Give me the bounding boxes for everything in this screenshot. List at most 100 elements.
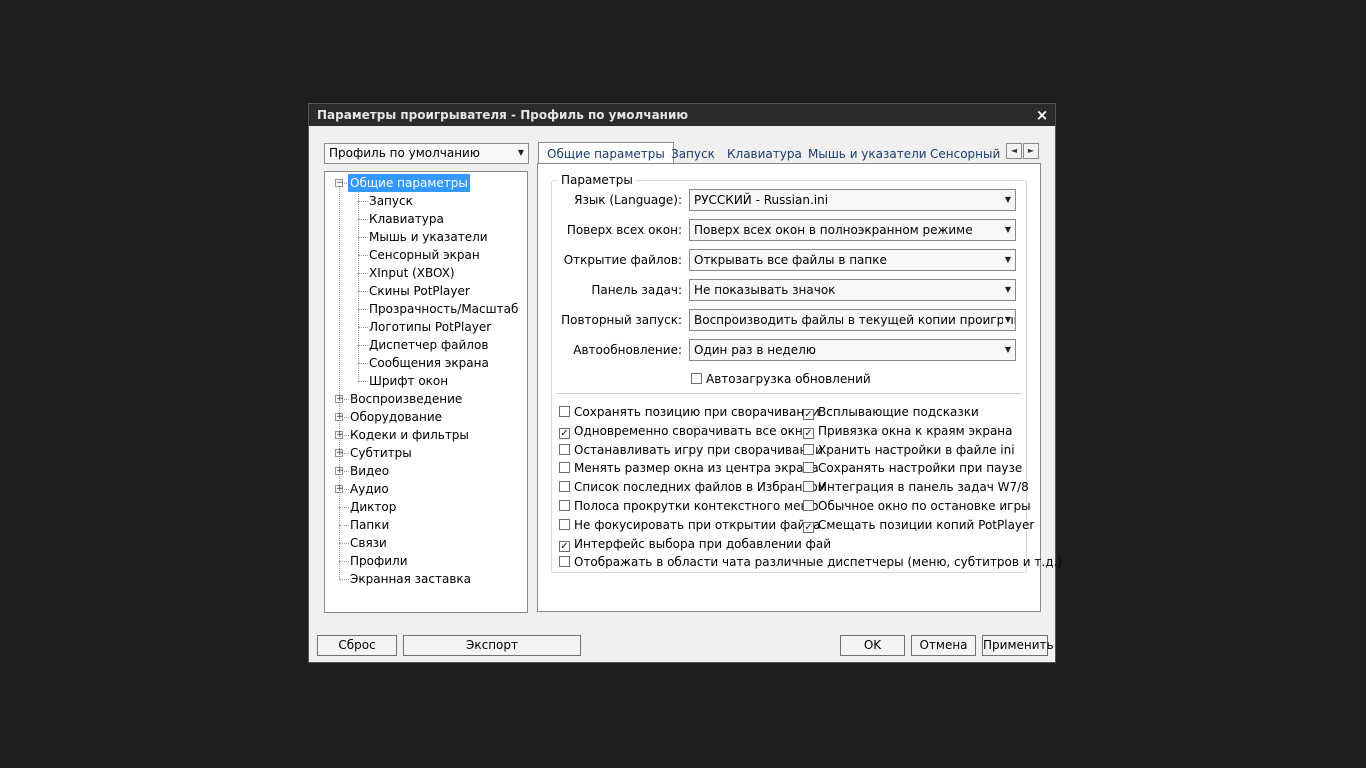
option-checkbox[interactable]: Полоса прокрутки контекстного меню — [559, 498, 818, 514]
expand-icon[interactable]: + — [335, 485, 344, 494]
checkbox-unchecked[interactable] — [559, 481, 570, 493]
collapse-icon[interactable]: − — [335, 179, 344, 188]
checkbox-unchecked[interactable] — [559, 462, 570, 474]
option-checkbox[interactable]: Менять размер окна из центра экрана — [559, 460, 819, 476]
option-checkbox[interactable]: ✓ Привязка окна к краям экрана — [803, 423, 1013, 439]
option-label: Менять размер окна из центра экрана — [574, 461, 819, 476]
chevron-down-icon: ▼ — [1002, 280, 1011, 300]
tree-item[interactable]: Логотипы PotPlayer — [367, 318, 493, 336]
export-button[interactable]: Экспорт — [403, 635, 581, 656]
tree-item[interactable]: Клавиатура — [367, 210, 446, 228]
auto-update-select[interactable]: Один раз в неделю ▼ — [689, 339, 1016, 361]
tree-item[interactable]: Профили — [348, 552, 410, 570]
tree-item[interactable]: Видео — [348, 462, 391, 480]
tree-item[interactable]: Общие параметры — [348, 174, 470, 192]
option-checkbox[interactable]: ✓ Всплывающие подсказки — [803, 404, 979, 420]
on-top-select[interactable]: Поверх всех окон в полноэкранном режиме … — [689, 219, 1016, 241]
settings-tree[interactable]: − Общие параметры Запуск Клавиатура Мышь и у… — [324, 171, 528, 613]
option-checkbox[interactable]: Хранить настройки в файле ini — [803, 442, 1015, 458]
option-label: Интерфейс выбора при добавлении фай — [574, 536, 832, 551]
checkbox-unchecked[interactable] — [559, 518, 570, 530]
expand-icon[interactable]: + — [335, 395, 344, 404]
chevron-down-icon: ▼ — [1002, 190, 1011, 210]
checkbox-unchecked[interactable] — [803, 500, 814, 511]
profile-select[interactable]: Профиль по умолчанию ▼ — [324, 143, 529, 164]
tree-item[interactable]: Диспетчер файлов — [367, 336, 490, 354]
auto-download-label: Автозагрузка обновлений — [706, 372, 871, 386]
checkbox-checked[interactable]: ✓ — [803, 521, 814, 533]
option-label: Обычное окно по остановке игры — [818, 499, 1031, 513]
option-checkbox[interactable]: Сохранять позицию при сворачивании — [559, 404, 820, 420]
tree-item[interactable]: Шрифт окон — [367, 372, 450, 390]
tree-item[interactable]: Сообщения экрана — [367, 354, 491, 372]
checkbox-checked[interactable]: ✓ — [803, 427, 814, 439]
tab-scroll-left-icon[interactable]: ◄ — [1006, 143, 1022, 159]
ok-button[interactable]: OK — [840, 635, 905, 656]
tree-item[interactable]: XInput (XBOX) — [367, 264, 457, 282]
tree-item[interactable]: Папки — [348, 516, 391, 534]
tree-item[interactable]: Кодеки и фильтры — [348, 426, 471, 444]
option-checkbox[interactable]: ✓ Интерфейс выбора при добавлении фай — [559, 536, 831, 552]
tree-item[interactable]: Диктор — [348, 498, 398, 516]
tree-item[interactable]: Запуск — [367, 192, 415, 210]
tree-item[interactable]: Связи — [348, 534, 389, 552]
tree-item[interactable]: Сенсорный экран — [367, 246, 482, 264]
expand-icon[interactable]: + — [335, 467, 344, 476]
expand-icon[interactable]: + — [335, 449, 344, 458]
checkbox-unchecked[interactable] — [559, 556, 570, 568]
option-checkbox[interactable]: ✓ Смещать позиции копий PotPlayer — [803, 517, 1034, 533]
checkbox-checked[interactable]: ✓ — [559, 540, 570, 552]
tree-item[interactable]: Экранная заставка — [348, 570, 473, 588]
file-open-select[interactable]: Открывать все файлы в папке ▼ — [689, 249, 1016, 271]
relaunch-select[interactable]: Воспроизводить файлы в текущей копии про… — [689, 309, 1016, 331]
tree-item[interactable]: Прозрачность/Масштаб — [367, 300, 520, 318]
auto-download-checkbox[interactable]: Автозагрузка обновлений — [691, 371, 871, 387]
checkbox-checked[interactable]: ✓ — [803, 409, 814, 420]
tab-keyboard[interactable]: Клавиатура — [727, 144, 802, 164]
tree-item[interactable]: Оборудование — [348, 408, 444, 426]
option-checkbox[interactable]: Отображать в области чата различные дисп… — [559, 554, 1062, 570]
tab-bar: Общие параметры Запуск Клавиатура Мышь и… — [538, 142, 1039, 164]
expand-icon[interactable]: + — [335, 413, 344, 422]
option-checkbox[interactable]: Обычное окно по остановке игры — [803, 498, 1031, 514]
checkbox-unchecked[interactable] — [559, 500, 570, 511]
close-icon[interactable]: × — [1033, 104, 1051, 126]
option-checkbox[interactable]: ✓ Одновременно сворачивать все окна — [559, 423, 810, 439]
expand-icon[interactable]: + — [335, 431, 344, 440]
option-checkbox[interactable]: Интеграция в панель задач W7/8 — [803, 479, 1029, 495]
option-label: Отображать в области чата различные дисп… — [574, 555, 1062, 570]
tree-item[interactable]: Мышь и указатели — [367, 228, 490, 246]
taskbar-select[interactable]: Не показывать значок ▼ — [689, 279, 1016, 301]
tab-mouse[interactable]: Мышь и указатели — [808, 144, 927, 164]
tree-item[interactable]: Скины PotPlayer — [367, 282, 472, 300]
option-label: Смещать позиции копий PotPlayer — [818, 517, 1035, 532]
tab-panel: Параметры Язык (Language): РУССКИЙ - Rus… — [537, 163, 1062, 612]
checkbox-unchecked[interactable] — [559, 406, 570, 417]
apply-button[interactable]: Применить — [982, 635, 1054, 656]
checkbox-unchecked[interactable] — [803, 443, 814, 455]
option-label: Всплывающие подсказки — [818, 405, 979, 419]
option-checkbox[interactable]: Останавливать игру при сворачивании — [559, 442, 823, 458]
option-checkbox[interactable]: Сохранять настройки при паузе — [803, 460, 1022, 476]
option-label: Интеграция в панель задач W7/8 — [818, 480, 1029, 495]
checkbox-box[interactable] — [691, 373, 702, 384]
reset-button[interactable]: Сброс — [317, 635, 397, 656]
tab-general[interactable]: Общие параметры — [538, 142, 674, 164]
tab-scroll-right-icon[interactable]: ► — [1023, 143, 1039, 159]
checkbox-unchecked[interactable] — [559, 443, 570, 455]
option-checkbox[interactable]: Не фокусировать при открытии файла — [559, 517, 820, 533]
checkbox-unchecked[interactable] — [803, 462, 814, 474]
checkbox-checked[interactable]: ✓ — [559, 427, 570, 439]
tab-startup[interactable]: Запуск — [671, 144, 715, 164]
tab-touchscreen[interactable]: Сенсорный эк — [930, 144, 1004, 164]
tree-item[interactable]: Аудио — [348, 480, 391, 498]
tree-item[interactable]: Субтитры — [348, 444, 414, 462]
title-bar[interactable]: Параметры проигрывателя - Профиль по умо… — [309, 104, 1055, 126]
cancel-button[interactable]: Отмена — [911, 635, 976, 656]
parameters-group: Параметры Язык (Language): РУССКИЙ - Rus… — [551, 173, 1062, 573]
chevron-down-icon: ▼ — [1002, 220, 1011, 240]
tree-item[interactable]: Воспроизведение — [348, 390, 464, 408]
language-select[interactable]: РУССКИЙ - Russian.ini ▼ — [689, 189, 1016, 211]
option-checkbox[interactable]: Список последних файлов в Избранном — [559, 479, 827, 495]
checkbox-unchecked[interactable] — [803, 481, 814, 493]
